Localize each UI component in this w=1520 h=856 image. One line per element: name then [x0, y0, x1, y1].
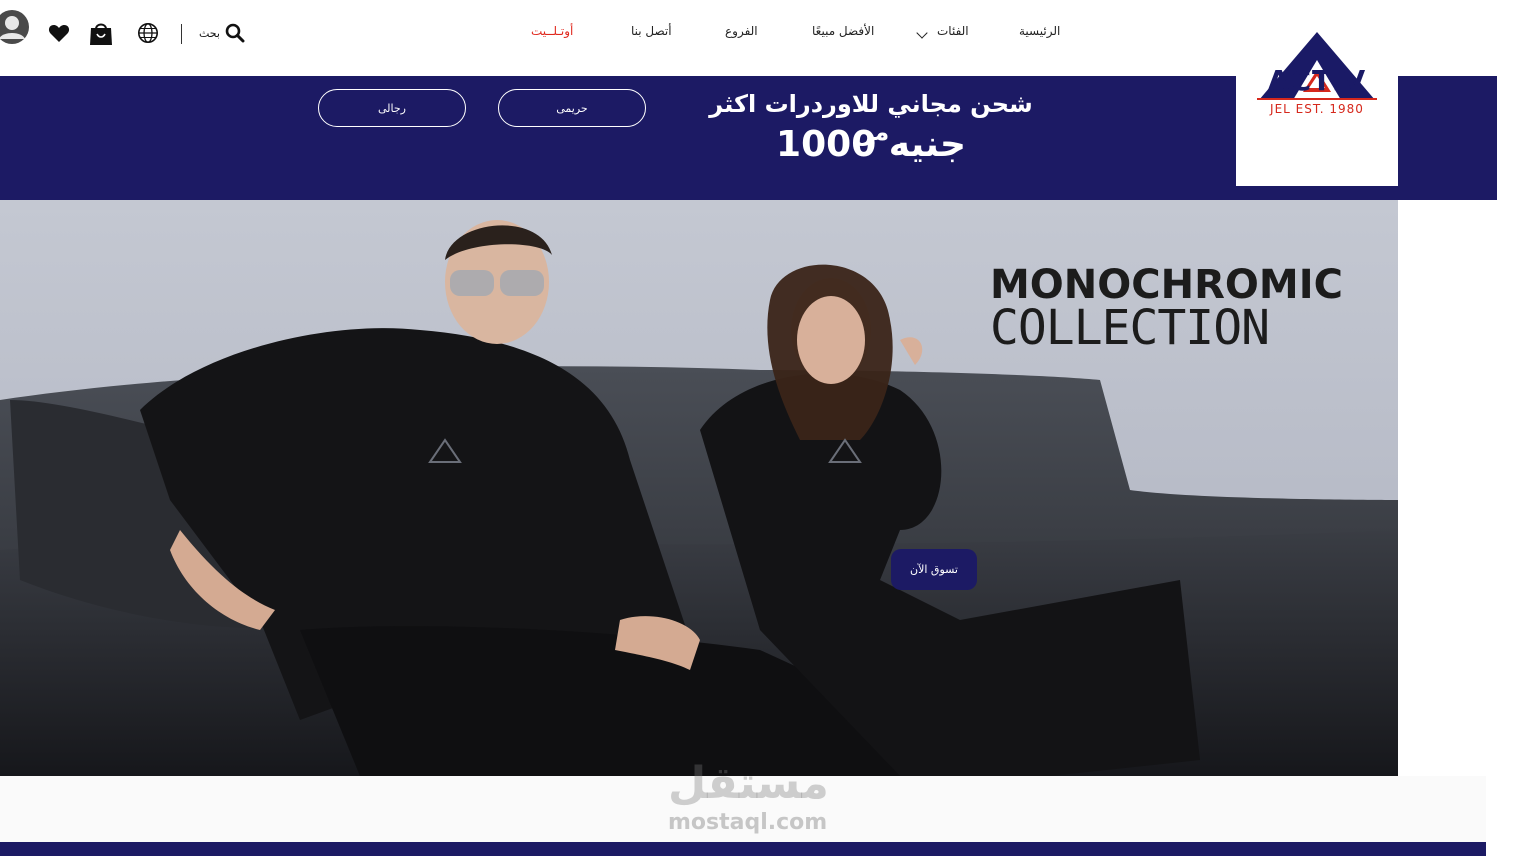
nav-categories[interactable]: الفئات — [937, 24, 969, 38]
wishlist-heart-icon[interactable] — [48, 20, 70, 46]
hero-title-line2: COLLECTION — [990, 300, 1270, 356]
search-button[interactable]: بحث — [199, 20, 245, 46]
promo-amount: 1000 جنيه — [776, 124, 966, 165]
watermark-latin: mostaql.com — [668, 810, 828, 835]
shop-now-button[interactable]: تسوق الآن — [891, 549, 977, 590]
search-label: بحث — [199, 26, 220, 40]
shopping-bag-icon[interactable] — [89, 20, 113, 46]
nav-branches[interactable]: الفروع — [725, 24, 758, 38]
logo-wordmark: ACTIV — [1267, 64, 1367, 97]
women-button[interactable]: حريمى — [498, 89, 646, 127]
hero-banner: MONOCHROMIC COLLECTION تسوق الآن — [0, 200, 1398, 776]
logo-tagline: JEL EST. 1980 — [1270, 102, 1364, 116]
men-button[interactable]: رجالى — [318, 89, 466, 127]
utility-divider — [181, 24, 182, 44]
nav-home[interactable]: الرئيسية — [1019, 24, 1060, 38]
page: بحث أوتـلــيت أتصل بنا الفروع الأفضل مبي… — [0, 0, 1520, 856]
logo-underline — [1257, 98, 1377, 100]
nav-contact[interactable]: أتصل بنا — [631, 24, 672, 38]
nav-bestsellers[interactable]: الأفضل مبيعًا — [812, 24, 874, 38]
search-icon — [225, 23, 245, 43]
user-avatar-icon[interactable] — [0, 10, 32, 44]
brand-logo[interactable]: ACTIV JEL EST. 1980 — [1236, 0, 1398, 186]
footer-bar — [0, 842, 1486, 856]
nav-outlet[interactable]: أوتـلــيت — [531, 24, 573, 38]
language-globe-icon[interactable] — [137, 20, 159, 46]
watermark-arabic: مستقل — [668, 758, 829, 809]
chevron-down-icon[interactable] — [916, 27, 928, 39]
